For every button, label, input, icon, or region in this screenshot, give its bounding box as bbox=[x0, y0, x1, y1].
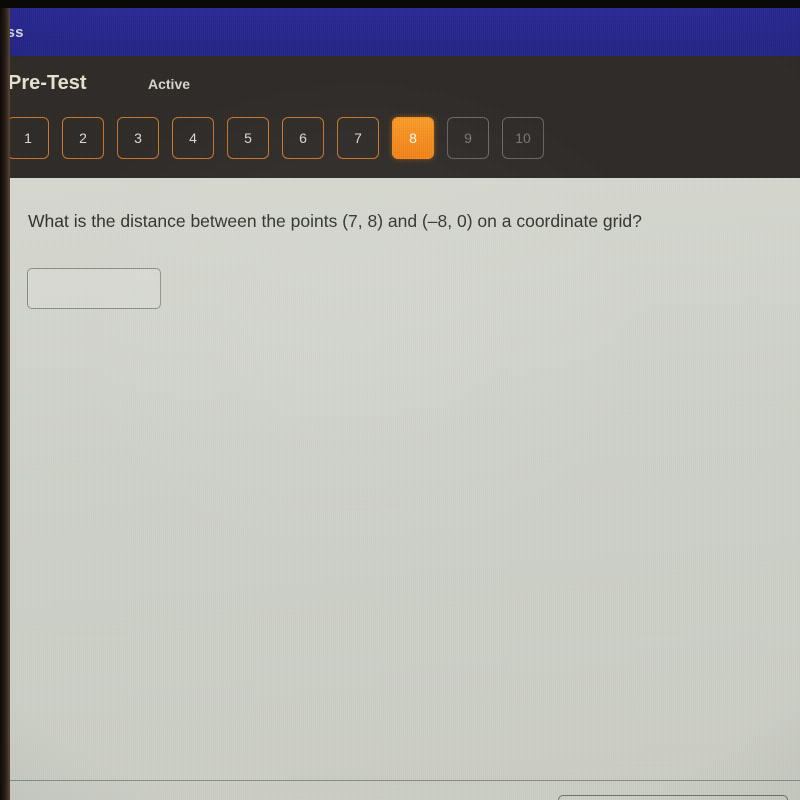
quiz-header-bar: Pre-Test Active 1 2 3 4 5 6 7 8 9 10 bbox=[0, 56, 800, 178]
photographed-screen: ass Pre-Test Active 1 2 3 4 5 6 7 8 9 10… bbox=[0, 0, 800, 800]
submit-button[interactable] bbox=[558, 795, 788, 800]
quiz-status-label: Active bbox=[148, 76, 191, 92]
answer-input[interactable] bbox=[27, 268, 161, 309]
question-button-5[interactable]: 5 bbox=[227, 117, 269, 159]
question-button-4[interactable]: 4 bbox=[172, 117, 214, 159]
monitor-bezel-left bbox=[0, 0, 10, 800]
question-button-6[interactable]: 6 bbox=[282, 117, 324, 159]
monitor-bezel-top bbox=[0, 0, 800, 8]
question-button-9: 9 bbox=[447, 117, 489, 159]
app-top-bar: ass bbox=[0, 8, 800, 56]
question-number-nav: 1 2 3 4 5 6 7 8 9 10 bbox=[7, 117, 544, 159]
quiz-title: Pre-Test bbox=[8, 72, 87, 94]
question-prompt: What is the distance between the points … bbox=[28, 211, 642, 231]
question-button-2[interactable]: 2 bbox=[62, 117, 104, 159]
question-button-1[interactable]: 1 bbox=[7, 117, 49, 159]
footer-divider bbox=[10, 780, 800, 781]
question-button-3[interactable]: 3 bbox=[117, 117, 159, 159]
question-button-8[interactable]: 8 bbox=[392, 117, 434, 159]
question-button-7[interactable]: 7 bbox=[337, 117, 379, 159]
question-button-10: 10 bbox=[502, 117, 544, 159]
question-content-area: What is the distance between the points … bbox=[10, 178, 800, 800]
